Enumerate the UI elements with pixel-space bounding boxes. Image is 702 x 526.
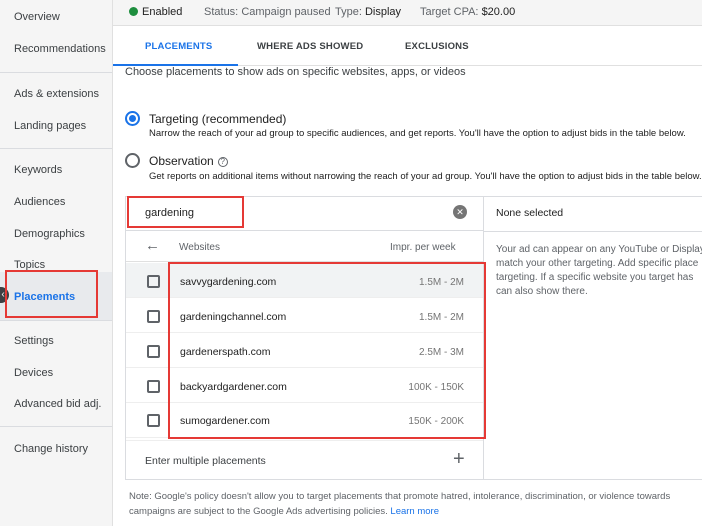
sidebar-divider (0, 148, 112, 149)
help-icon[interactable]: ? (217, 157, 228, 167)
back-arrow-icon[interactable]: ← (145, 238, 160, 253)
clear-search-icon[interactable]: ✕ (453, 205, 467, 219)
tab-placements[interactable]: PLACEMENTS (145, 41, 212, 52)
sidebar-item-keywords[interactable]: Keywords (14, 164, 62, 176)
campaign-type: Type: Display (335, 6, 402, 18)
targeting-radio[interactable] (125, 111, 140, 126)
sidebar-item-recommendations[interactable]: Recommendations (14, 43, 106, 55)
enabled-status: Enabled (129, 6, 182, 18)
policy-note-line: Note: Google's policy doesn't allow you … (129, 491, 671, 502)
right-panel-info: Your ad can appear on any YouTube or Dis… (496, 243, 702, 299)
selected-header: None selected (496, 207, 564, 219)
sidebar-item-advanced-bid-adj[interactable]: Advanced bid adj. (14, 398, 101, 410)
placements-highlight-box (5, 270, 98, 318)
sidebar-item-change-history[interactable]: Change history (14, 443, 88, 455)
row-checkbox[interactable] (147, 414, 160, 427)
learn-more-link[interactable]: Learn more (390, 506, 439, 517)
info-line: match your other targeting. Add specific… (496, 258, 699, 269)
placements-intro-text: Choose placements to show ads on specifi… (125, 66, 466, 78)
row-checkbox[interactable] (147, 380, 160, 393)
campaign-status: Status: Campaign paused (204, 6, 331, 18)
campaign-status-bar: Enabled Status: Campaign paused Type: Di… (113, 0, 702, 26)
sidebar-item-audiences[interactable]: Audiences (14, 196, 65, 208)
row-checkbox[interactable] (147, 310, 160, 323)
targeting-description: Narrow the reach of your ad group to spe… (149, 128, 686, 139)
sidebar-item-devices[interactable]: Devices (14, 367, 53, 379)
info-line: can also show there. (496, 286, 588, 297)
results-highlight-box (168, 262, 486, 439)
impressions-column-header: Impr. per week (390, 242, 456, 253)
targeting-title: Targeting (recommended) (149, 112, 287, 126)
sidebar-item-settings[interactable]: Settings (14, 335, 54, 347)
sidebar-divider (0, 72, 112, 73)
tab-bar: PLACEMENTS WHERE ADS SHOWED EXCLUSIONS (113, 26, 702, 66)
right-panel-divider (484, 231, 702, 232)
tab-where-ads-showed[interactable]: WHERE ADS SHOWED (257, 41, 363, 52)
sidebar: Overview Recommendations Ads & extension… (0, 0, 113, 526)
target-cpa: Target CPA: $20.00 (420, 6, 516, 18)
enter-multiple-placements-link[interactable]: Enter multiple placements (145, 455, 266, 467)
observation-radio[interactable] (125, 153, 140, 168)
sidebar-item-ads-extensions[interactable]: Ads & extensions (14, 88, 99, 100)
info-line: targeting. If a specific website you tar… (496, 272, 694, 283)
sidebar-item-landing-pages[interactable]: Landing pages (14, 120, 86, 132)
list-divider (126, 440, 483, 441)
sidebar-divider (0, 426, 112, 427)
sidebar-item-overview[interactable]: Overview (14, 11, 60, 23)
observation-title: Observation? (149, 154, 228, 168)
info-line: Your ad can appear on any YouTube or Dis… (496, 244, 702, 255)
tab-exclusions[interactable]: EXCLUSIONS (405, 41, 469, 52)
sidebar-divider (0, 320, 112, 321)
row-checkbox[interactable] (147, 275, 160, 288)
row-checkbox[interactable] (147, 345, 160, 358)
sidebar-item-demographics[interactable]: Demographics (14, 228, 85, 240)
search-highlight-box (127, 196, 244, 228)
websites-column-header: Websites (179, 242, 220, 253)
plus-icon[interactable]: + (453, 449, 465, 469)
policy-note-line: campaigns are subject to the Google Ads … (129, 506, 439, 517)
policy-note: Note: Google's policy doesn't allow you … (129, 489, 670, 519)
enabled-dot-icon (129, 7, 138, 16)
observation-description: Get reports on additional items without … (149, 171, 702, 182)
